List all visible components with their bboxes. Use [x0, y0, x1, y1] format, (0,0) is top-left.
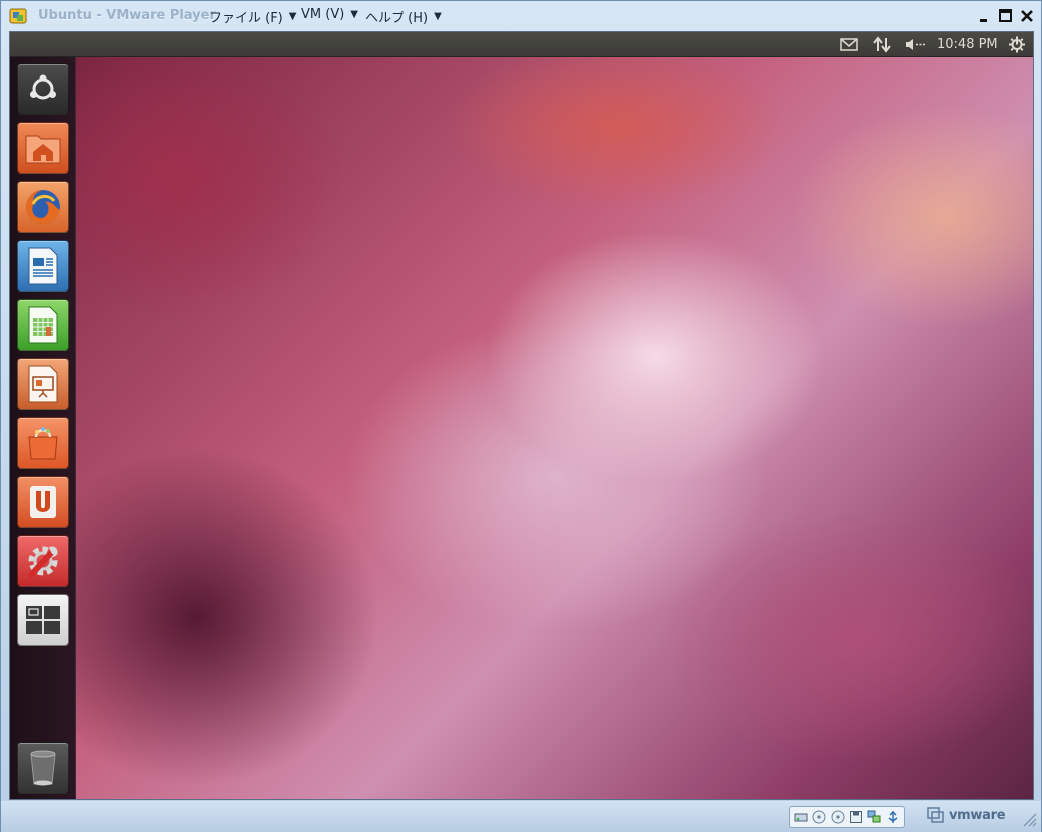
vmware-logo-icon: [927, 807, 944, 823]
dropdown-arrow-icon: ▼: [288, 11, 297, 22]
removable-devices-tray: [789, 806, 905, 828]
resize-grip-icon[interactable]: [1019, 809, 1037, 827]
guest-display[interactable]: 10:48 PM: [9, 31, 1034, 800]
usb-icon[interactable]: [886, 810, 900, 824]
trash-icon: [30, 750, 56, 786]
status-bar: [1, 801, 1041, 832]
close-button[interactable]: [1017, 6, 1037, 26]
launcher-item-ubuntu-one[interactable]: [17, 476, 69, 528]
writer-icon: [28, 247, 58, 285]
launcher-item-trash[interactable]: [17, 742, 69, 794]
close-icon: [1021, 10, 1033, 22]
settings-icon: [28, 546, 58, 578]
launcher-item-system-settings[interactable]: [17, 535, 69, 587]
launcher-item-home-folder[interactable]: [17, 122, 69, 174]
title-bar[interactable]: Ubuntu - VMware Player ファイル (F) ▼ VM (V)…: [1, 1, 1041, 31]
launcher-item-libreoffice-calc[interactable]: [17, 299, 69, 351]
minimize-icon: [980, 19, 987, 22]
home-folder-icon: [25, 135, 61, 164]
workspace-icon: [26, 606, 60, 634]
network-adapter-icon[interactable]: [867, 810, 881, 824]
minimize-button[interactable]: [975, 6, 995, 26]
ubuntu-top-panel: 10:48 PM: [10, 32, 1033, 57]
vmware-player-window: Ubuntu - VMware Player ファイル (F) ▼ VM (V)…: [0, 0, 1042, 832]
menu-help[interactable]: ヘルプ (H) ▼: [365, 7, 442, 26]
ubuntu-one-icon: [30, 486, 56, 518]
unity-launcher: [10, 57, 76, 799]
dropdown-arrow-icon: ▼: [434, 11, 442, 22]
gear-icon[interactable]: [1008, 36, 1026, 53]
clock[interactable]: 10:48 PM: [937, 37, 998, 54]
launcher-item-libreoffice-writer[interactable]: [17, 240, 69, 292]
calc-icon: [28, 306, 58, 344]
vmware-brand-text: vmware: [949, 807, 1006, 823]
sound-icon[interactable]: [904, 36, 926, 53]
mail-icon[interactable]: [840, 36, 858, 53]
window-title: Ubuntu - VMware Player: [38, 8, 216, 23]
network-icon[interactable]: [873, 36, 891, 53]
launcher-item-software-center[interactable]: [17, 417, 69, 469]
maximize-icon: [999, 9, 1012, 22]
menu-vm[interactable]: VM (V) ▼: [301, 7, 358, 22]
launcher-item-workspace-switcher[interactable]: [17, 594, 69, 646]
menu-help-label: ヘルプ (H): [365, 11, 429, 26]
impress-icon: [28, 365, 58, 403]
cd-icon[interactable]: [812, 810, 826, 824]
hard-disk-icon[interactable]: [794, 810, 808, 824]
launcher-item-firefox[interactable]: [17, 181, 69, 233]
vmware-player-icon: [9, 7, 27, 25]
menu-vm-label: VM (V): [301, 7, 345, 22]
menu-file[interactable]: ファイル (F) ▼: [209, 7, 296, 26]
launcher-item-libreoffice-impress[interactable]: [17, 358, 69, 410]
launcher-item-dash[interactable]: [17, 63, 69, 115]
ubuntu-logo-icon: [30, 74, 56, 100]
floppy-icon[interactable]: [849, 810, 863, 824]
vmware-logo: vmware: [927, 807, 1006, 823]
maximize-button[interactable]: [996, 6, 1016, 26]
shopping-bag-icon: [28, 427, 58, 460]
dropdown-arrow-icon: ▼: [350, 9, 358, 20]
desktop-wallpaper[interactable]: [76, 57, 1033, 799]
menu-file-label: ファイル (F): [209, 11, 283, 26]
cd-icon[interactable]: [831, 810, 845, 824]
firefox-icon: [26, 190, 60, 224]
